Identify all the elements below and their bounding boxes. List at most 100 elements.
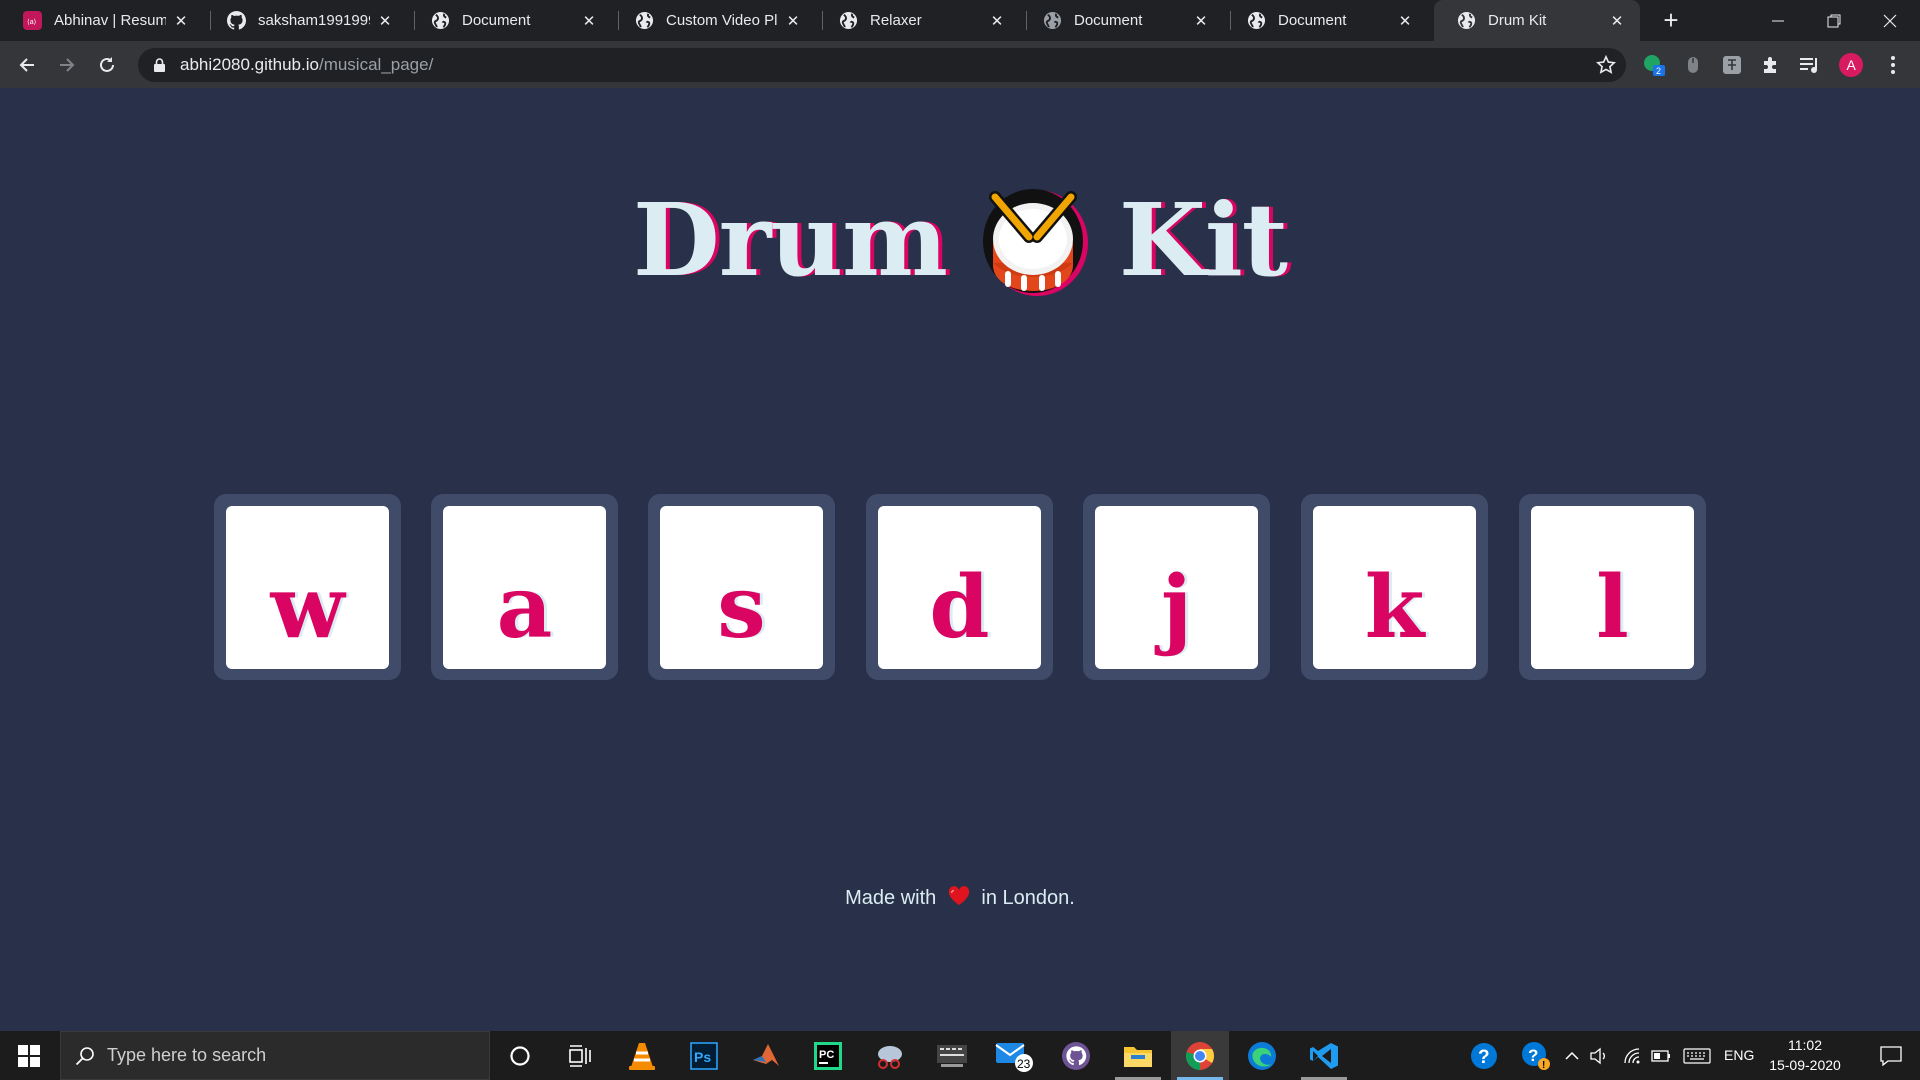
drum-key-s[interactable]: s [648, 494, 835, 680]
page-title: Drum Kit [0, 165, 1920, 315]
vscode-icon[interactable] [1295, 1031, 1353, 1080]
system-clock[interactable]: 11:02 15-09-2020 [1760, 1035, 1850, 1075]
speaker-icon[interactable] [1586, 1031, 1612, 1080]
pycharm-icon[interactable]: PC [799, 1031, 857, 1080]
chrome-icon[interactable] [1171, 1031, 1229, 1080]
github-desktop-icon[interactable] [1047, 1031, 1105, 1080]
browser-tab-strip: ⟨a⟩ Abhinav | Resume ✕ saksham1991999/t … [0, 0, 1920, 41]
tab-drum-kit[interactable]: Drum Kit ✕ [1434, 0, 1640, 41]
drum-button[interactable]: l [1531, 506, 1694, 669]
tab-custom-video-player[interactable]: Custom Video Play ✕ [612, 0, 816, 41]
tab-document-1[interactable]: Document ✕ [408, 0, 612, 41]
drum-key-j[interactable]: j [1083, 494, 1270, 680]
tab-close-icon[interactable]: ✕ [784, 12, 802, 30]
tab-close-icon[interactable]: ✕ [1396, 12, 1414, 30]
action-center-icon[interactable] [1862, 1031, 1920, 1080]
drum-key-d[interactable]: d [866, 494, 1053, 680]
tab-relaxer[interactable]: Relaxer ✕ [816, 0, 1020, 41]
page-footer: Made with in London. [0, 886, 1920, 910]
svg-text:2: 2 [1656, 66, 1661, 76]
key-label: j [1160, 557, 1193, 658]
photoshop-icon[interactable]: Ps [675, 1031, 733, 1080]
drum-button[interactable]: a [443, 506, 606, 669]
drum-keys: w a s d j k l [214, 494, 1706, 680]
battery-icon[interactable] [1648, 1031, 1674, 1080]
reload-icon [100, 57, 114, 72]
svg-text:?: ? [1478, 1047, 1490, 1068]
svg-text:!: ! [1542, 1060, 1545, 1071]
task-view-icon[interactable] [551, 1031, 609, 1080]
tab-document-3[interactable]: Document ✕ [1224, 0, 1428, 41]
drum-key-k[interactable]: k [1301, 494, 1488, 680]
tab-close-icon[interactable]: ✕ [1608, 12, 1626, 30]
tab-close-icon[interactable]: ✕ [172, 12, 190, 30]
browser-menu-icon[interactable] [1880, 52, 1906, 78]
input-language[interactable]: ENG [1724, 1047, 1754, 1063]
tab-document-2[interactable]: Document ✕ [1020, 0, 1224, 41]
tab-title: saksham1991999/t [258, 12, 370, 29]
wifi-icon[interactable] [1620, 1031, 1646, 1080]
url-text: abhi2080.github.io/musical_page/ [180, 55, 433, 75]
drum-key-l[interactable]: l [1519, 494, 1706, 680]
tab-close-icon[interactable]: ✕ [376, 12, 394, 30]
key-label: d [929, 557, 990, 658]
svg-text:⟨a⟩: ⟨a⟩ [27, 18, 37, 26]
mail-icon[interactable]: 23 [985, 1031, 1043, 1080]
start-button[interactable] [0, 1031, 58, 1080]
bookmark-star-icon[interactable] [1595, 54, 1617, 80]
resume-favicon-icon: ⟨a⟩ [23, 11, 42, 30]
taskbar-search-box[interactable]: Type here to search [60, 1031, 490, 1080]
minimize-button[interactable] [1750, 0, 1806, 41]
minimize-icon [1772, 20, 1784, 21]
svg-text:23: 23 [1017, 1057, 1031, 1071]
drum-button[interactable]: k [1313, 506, 1476, 669]
cortana-icon[interactable] [491, 1031, 549, 1080]
forward-button[interactable] [51, 49, 83, 81]
restore-button[interactable] [1806, 0, 1862, 41]
clock-time: 11:02 [1788, 1037, 1822, 1053]
extensions-puzzle-icon[interactable] [1758, 52, 1784, 78]
vlc-icon[interactable] [613, 1031, 671, 1080]
tab-close-icon[interactable]: ✕ [988, 12, 1006, 30]
title-word-drum: Drum [632, 181, 948, 299]
extension-grammar-icon[interactable]: 2 [1641, 52, 1667, 78]
close-icon [1883, 14, 1897, 27]
tab-abhinav-resume[interactable]: ⟨a⟩ Abhinav | Resume ✕ [0, 0, 204, 41]
extension-mouse-icon[interactable] [1680, 52, 1706, 78]
svg-text:Ps: Ps [694, 1049, 711, 1065]
show-hidden-icons-chevron-up-icon[interactable] [1560, 1031, 1584, 1080]
file-explorer-icon[interactable] [1109, 1031, 1167, 1080]
matlab-icon[interactable] [737, 1031, 795, 1080]
help-warning-icon[interactable]: ?! [1516, 1031, 1556, 1080]
edge-icon[interactable] [1233, 1031, 1291, 1080]
tab-close-icon[interactable]: ✕ [580, 12, 598, 30]
address-bar[interactable]: abhi2080.github.io/musical_page/ [138, 48, 1626, 82]
drum-button[interactable]: w [226, 506, 389, 669]
tab-close-icon[interactable]: ✕ [1192, 12, 1210, 30]
drum-button[interactable]: j [1095, 506, 1258, 669]
tab-github-saksham[interactable]: saksham1991999/t ✕ [204, 0, 408, 41]
key-label: w [270, 557, 345, 658]
drum-key-w[interactable]: w [214, 494, 401, 680]
extension-kanji-icon[interactable] [1719, 52, 1745, 78]
key-label: a [496, 557, 553, 658]
snipping-tool-icon[interactable] [861, 1031, 919, 1080]
drum-button[interactable]: d [878, 506, 1041, 669]
close-window-button[interactable] [1862, 0, 1918, 41]
drum-button[interactable]: s [660, 506, 823, 669]
globe-icon [1247, 11, 1266, 30]
profile-avatar[interactable]: A [1838, 52, 1864, 78]
globe-icon [635, 11, 654, 30]
reload-button[interactable] [91, 49, 123, 81]
back-button[interactable] [11, 49, 43, 81]
search-placeholder: Type here to search [107, 1045, 267, 1065]
nitro-pro-icon[interactable] [923, 1031, 981, 1080]
touch-keyboard-icon[interactable] [1680, 1031, 1714, 1080]
key-label: s [717, 557, 766, 658]
footer-text-after: in London. [981, 887, 1075, 909]
help-icon[interactable]: ? [1464, 1031, 1504, 1080]
key-label: l [1596, 557, 1629, 658]
drum-key-a[interactable]: a [431, 494, 618, 680]
media-control-icon[interactable] [1797, 52, 1823, 78]
new-tab-button[interactable]: + [1656, 5, 1686, 35]
